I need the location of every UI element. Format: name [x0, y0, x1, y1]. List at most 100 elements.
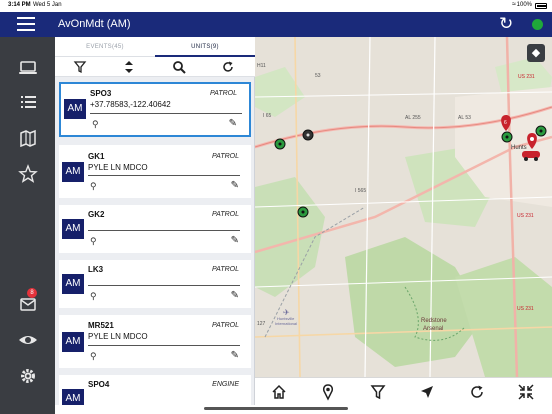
unit-type: PATROL [212, 322, 239, 329]
units-panel: EVENTS(45) UNITS(9) AM SPO3 PATROL +37.7… [55, 37, 255, 414]
map-toolbar [255, 377, 552, 405]
refresh-icon[interactable] [468, 383, 486, 401]
road-label-i565: I 565 [355, 188, 366, 194]
edit-icon[interactable]: ✎ [229, 118, 237, 129]
road-label-al53: AL 53 [458, 115, 471, 121]
edit-icon[interactable]: ✎ [231, 350, 239, 361]
unit-type: PATROL [210, 90, 237, 97]
unit-marker-green[interactable] [501, 131, 513, 143]
search-icon[interactable] [171, 60, 187, 74]
unit-id: GK2 [88, 210, 105, 219]
list-toolbar [55, 57, 255, 77]
unit-location: +37.78583,-122.40642 [90, 100, 171, 109]
side-nav-rail: 8 [0, 37, 55, 414]
app-header: AvOnMdt (AM) ↻ [0, 12, 552, 37]
unit-avatar: AM [62, 274, 84, 294]
sort-icon[interactable] [121, 60, 137, 74]
unit-card[interactable]: AM SPO3 PATROL +37.78583,-122.40642 ⚲ ✎ [59, 82, 251, 137]
connection-status-dot [532, 19, 543, 30]
divider [88, 285, 240, 286]
tab-bar: EVENTS(45) UNITS(9) [55, 37, 255, 57]
divider [90, 113, 242, 114]
unit-avatar: AM [62, 219, 84, 239]
wifi-icon: ≈ [512, 1, 516, 8]
place-label-redstone: Redstone [421, 318, 447, 324]
location-pin-icon[interactable]: ⚲ [90, 236, 97, 247]
road-label-us231-b: US 231 [517, 213, 534, 219]
status-bar: 3:14 PM Wed 5 Jan ≈ 100% [0, 0, 552, 12]
unit-card[interactable]: AM GK1 PATROL PYLE LN MDCO ⚲ ✎ [59, 145, 251, 198]
unit-marker-green[interactable] [535, 125, 547, 137]
refresh-icon[interactable] [220, 60, 236, 74]
unit-avatar: AM [64, 99, 86, 119]
place-label-airport-2: International [275, 321, 297, 326]
road-label-53: 53 [315, 73, 321, 79]
unit-location: PYLE LN MDCO [88, 163, 148, 172]
tab-events[interactable]: EVENTS(45) [55, 37, 155, 57]
hamburger-menu-icon[interactable] [17, 17, 35, 31]
road-label-al255: AL 255 [405, 115, 421, 121]
unit-card[interactable]: AM GK2 PATROL ⚲ ✎ [59, 205, 251, 253]
road-label-us231-c: US 231 [517, 306, 534, 312]
location-pin-icon[interactable]: ⚲ [90, 291, 97, 302]
star-icon[interactable] [17, 163, 39, 185]
sync-icon[interactable]: ↻ [499, 15, 513, 33]
unit-id: GK1 [88, 152, 105, 161]
map-view[interactable]: H11 I 65 AL 255 AL 53 US 231 US 231 US 2… [255, 37, 552, 377]
mail-badge: 8 [27, 288, 37, 298]
divider [88, 175, 240, 176]
unit-marker-dark[interactable] [302, 129, 314, 141]
airport-icon: ✈ [283, 308, 290, 317]
divider [88, 230, 240, 231]
page-title: AvOnMdt (AM) [58, 18, 131, 30]
unit-card[interactable]: AM LK3 PATROL ⚲ ✎ [59, 260, 251, 308]
battery-percent: 100% [516, 2, 532, 8]
app-window: 3:14 PM Wed 5 Jan ≈ 100% AvOnMdt (AM) ↻ … [0, 0, 552, 414]
edit-icon[interactable]: ✎ [231, 290, 239, 301]
place-label-arsenal: Arsenal [423, 326, 443, 332]
unit-type: PATROL [212, 153, 239, 160]
unit-card[interactable]: AM MR521 PATROL PYLE LN MDCO ⚲ ✎ [59, 315, 251, 368]
unit-id: LK3 [88, 265, 104, 274]
unit-id: MR521 [88, 321, 114, 330]
location-pin-icon[interactable]: ⚲ [90, 351, 97, 362]
unit-avatar: AM [62, 332, 84, 352]
unit-type: PATROL [212, 211, 239, 218]
home-indicator[interactable] [204, 407, 348, 410]
unit-type: PATROL [212, 266, 239, 273]
status-time: 3:14 PM [8, 2, 31, 8]
location-pin-icon[interactable]: ⚲ [92, 119, 99, 130]
tab-units[interactable]: UNITS(9) [155, 37, 255, 57]
battery-icon [535, 3, 547, 9]
divider [88, 345, 240, 346]
laptop-icon[interactable] [17, 57, 39, 79]
status-date: Wed 5 Jan [33, 2, 62, 8]
map-icon[interactable] [17, 127, 39, 149]
location-pin-icon[interactable]: ⚲ [90, 181, 97, 192]
layers-icon[interactable]: ◆ [527, 44, 545, 62]
unit-id: SPO4 [88, 380, 110, 389]
filter-icon[interactable] [72, 60, 88, 74]
map-canvas: H11 I 65 AL 255 AL 53 US 231 US 231 US 2… [255, 37, 552, 377]
unit-type: ENGINE [212, 381, 239, 388]
unit-marker-green[interactable] [274, 138, 286, 150]
gear-icon[interactable] [17, 365, 39, 387]
filter-icon[interactable] [369, 383, 387, 401]
road-label-i65: I 65 [263, 113, 272, 119]
place-label-hunts: Hunts [511, 145, 527, 151]
road-label-h11: H11 [257, 63, 266, 69]
unit-id: SPO3 [90, 89, 112, 98]
edit-icon[interactable]: ✎ [231, 180, 239, 191]
navigate-icon[interactable] [418, 383, 436, 401]
collapse-icon[interactable] [517, 383, 535, 401]
eye-icon[interactable] [17, 329, 39, 351]
unit-location: PYLE LN MDCO [88, 332, 148, 341]
location-pin-icon[interactable] [319, 383, 337, 401]
road-label-127: 127 [257, 321, 266, 327]
list-icon[interactable] [17, 91, 39, 113]
home-icon[interactable] [270, 383, 288, 401]
edit-icon[interactable]: ✎ [231, 235, 239, 246]
unit-marker-green[interactable] [297, 206, 309, 218]
road-label-us231-a: US 231 [518, 74, 535, 80]
unit-avatar: AM [62, 162, 84, 182]
